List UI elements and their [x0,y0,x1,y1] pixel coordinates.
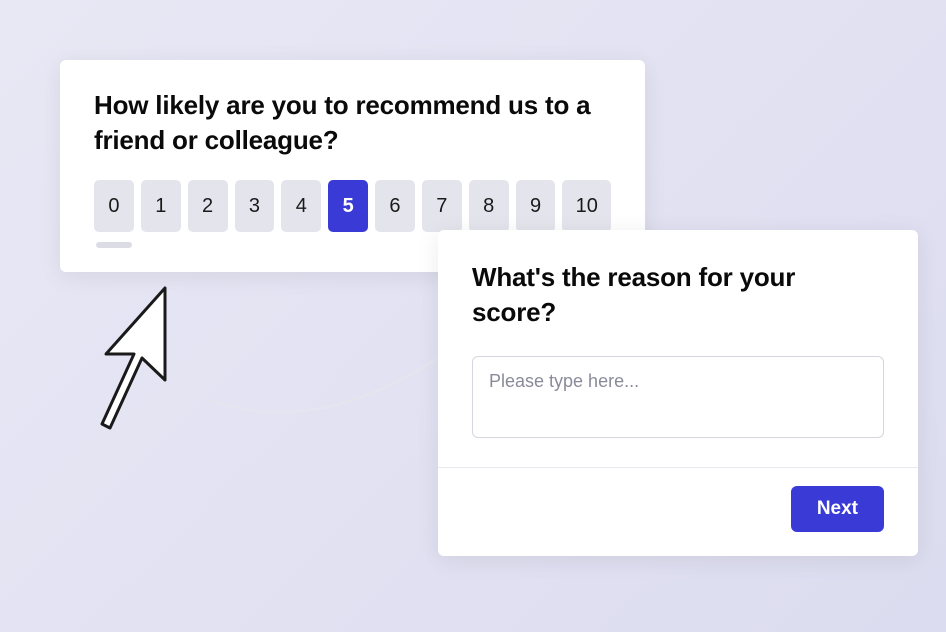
rating-button-1[interactable]: 1 [141,180,181,232]
reason-question: What's the reason for your score? [472,260,884,330]
rating-button-6[interactable]: 6 [375,180,415,232]
rating-button-3[interactable]: 3 [235,180,275,232]
scale-low-marker [96,242,132,248]
next-button[interactable]: Next [791,486,884,532]
rating-row: 0 1 2 3 4 5 6 7 8 9 10 [94,180,611,232]
rating-button-5[interactable]: 5 [328,180,368,232]
rating-button-10[interactable]: 10 [562,180,611,232]
rating-button-2[interactable]: 2 [188,180,228,232]
reason-card: What's the reason for your score? Next [438,230,918,556]
rating-button-4[interactable]: 4 [281,180,321,232]
rating-button-9[interactable]: 9 [516,180,556,232]
reason-input[interactable] [472,356,884,438]
rating-button-7[interactable]: 7 [422,180,462,232]
card-footer: Next [472,468,884,532]
cursor-arrow-icon [100,280,230,440]
rating-button-0[interactable]: 0 [94,180,134,232]
connector-curve [200,330,460,450]
rating-button-8[interactable]: 8 [469,180,509,232]
nps-question: How likely are you to recommend us to a … [94,88,611,158]
